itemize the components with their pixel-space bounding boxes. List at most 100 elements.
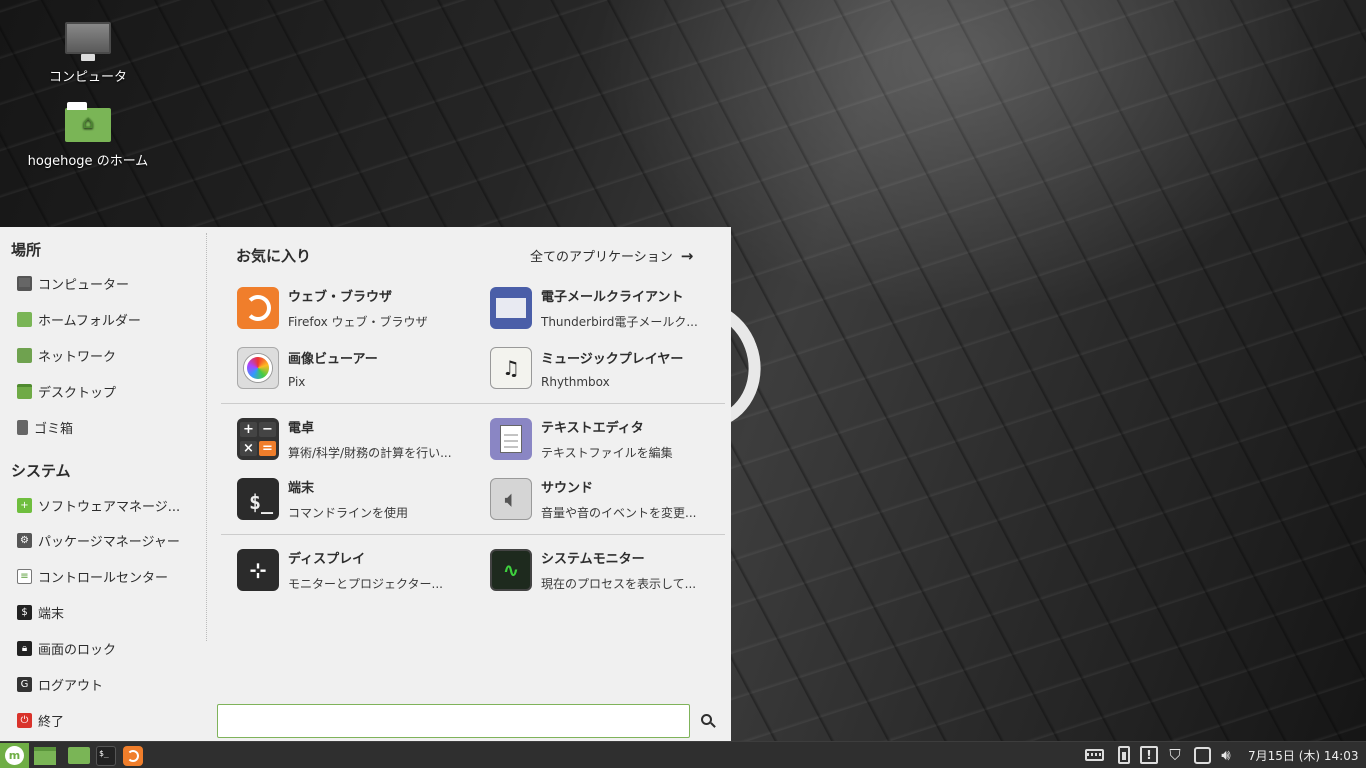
update-manager-tray[interactable]: ! xyxy=(1138,745,1160,765)
sidebar-item-logout[interactable]: G ログアウト xyxy=(0,668,206,700)
logout-icon: G xyxy=(17,676,32,692)
sidebar-item-label: デスクトップ xyxy=(38,385,117,401)
sidebar-item-network[interactable]: ネットワーク xyxy=(0,339,206,371)
app-name: ミュージックプレイヤー xyxy=(541,351,684,367)
launcher-files[interactable] xyxy=(66,743,92,768)
sidebar-item-terminal[interactable]: $ 端末 xyxy=(0,596,206,628)
sidebar-item-control-center[interactable]: ≡ コントロールセンター xyxy=(0,560,206,592)
app-description: 算術/科学/財務の計算を行い... xyxy=(288,446,452,460)
home-folder-icon xyxy=(17,311,32,327)
home-folder-icon xyxy=(65,102,111,142)
folder-icon xyxy=(68,747,90,764)
search-input[interactable] xyxy=(217,704,690,738)
desktop-icon-label: コンピュータ xyxy=(48,70,127,85)
network-tray[interactable] xyxy=(1191,745,1213,765)
software-manager-icon: + xyxy=(17,497,32,513)
app-description: Pix xyxy=(288,374,306,389)
mint-logo-icon: m xyxy=(5,746,24,765)
terminal-icon: $ xyxy=(17,604,32,620)
launcher-terminal[interactable]: $_ xyxy=(94,743,118,768)
keyboard-tray[interactable] xyxy=(1083,745,1105,765)
app-name: ウェブ・ブラウザ xyxy=(288,290,393,305)
music-icon: ♫ xyxy=(490,347,532,389)
app-email-client[interactable]: 電子メールクライアント Thunderbird電子メールク... xyxy=(490,280,730,336)
sidebar-item-shutdown[interactable]: ⏻ 終了 xyxy=(0,704,206,736)
app-image-viewer[interactable]: 画像ビューアー Pix xyxy=(237,340,477,396)
app-terminal[interactable]: $_ 端末 コマンドラインを使用 xyxy=(237,471,477,527)
search-icon xyxy=(701,714,712,725)
sidebar-item-home-folder[interactable]: ホームフォルダー xyxy=(0,303,206,335)
sidebar-item-label: ログアウト xyxy=(38,678,104,694)
desktop-icon xyxy=(34,746,56,765)
app-description: Thunderbird電子メールク... xyxy=(541,315,698,329)
app-description: テキストファイルを編集 xyxy=(541,446,673,460)
sidebar-item-label: コントロールセンター xyxy=(38,570,169,586)
update-alert-icon: ! xyxy=(1140,746,1158,764)
computer-icon xyxy=(17,275,32,291)
sidebar-item-label: 端末 xyxy=(38,606,65,622)
app-description: モニターとプロジェクター... xyxy=(288,577,443,591)
favorites-heading: お気に入り xyxy=(236,247,312,265)
lock-icon: 🔒︎ xyxy=(17,640,32,656)
app-description: 音量や音のイベントを変更... xyxy=(541,506,697,520)
apps-divider xyxy=(221,534,725,535)
sidebar-item-label: コンピューター xyxy=(38,277,130,293)
app-name: ディスプレイ xyxy=(288,552,366,567)
sidebar-item-computer[interactable]: コンピューター xyxy=(0,267,206,299)
show-desktop-button[interactable] xyxy=(31,743,59,768)
sidebar-item-package-manager[interactable]: ⚙ パッケージマネージャー xyxy=(0,524,206,556)
sidebar-item-label: ゴミ箱 xyxy=(34,421,74,437)
app-system-monitor[interactable]: ∿ システムモニター 現在のプロセスを表示して... xyxy=(490,542,730,598)
app-description: コマンドラインを使用 xyxy=(288,506,409,520)
shield-tray[interactable]: ⛉ xyxy=(1164,745,1186,765)
computer-icon xyxy=(65,22,111,61)
app-name: 電子メールクライアント xyxy=(541,290,684,305)
sidebar-item-software-manager[interactable]: + ソフトウェアマネージ... xyxy=(0,489,206,521)
sidebar-item-label: ネットワーク xyxy=(38,349,117,365)
text-editor-icon xyxy=(490,418,532,460)
battery-icon xyxy=(1118,746,1130,764)
app-name: 端末 xyxy=(288,481,315,496)
start-menu: 場所 コンピューター ホームフォルダー ネットワーク デスクトップ ゴミ箱 シス… xyxy=(0,227,731,741)
desktop-icon-home[interactable]: hogehoge のホーム xyxy=(18,102,158,169)
power-icon: ⏻ xyxy=(17,712,32,728)
sidebar-item-label: ソフトウェアマネージ... xyxy=(38,499,181,515)
clock[interactable]: 7月15日 (木) 14:03 xyxy=(1248,747,1358,764)
app-name: 電卓 xyxy=(288,421,315,436)
firefox-icon xyxy=(123,745,143,766)
menu-button[interactable]: m xyxy=(0,743,29,768)
app-description: Rhythmbox xyxy=(541,374,610,389)
app-description: 現在のプロセスを表示して... xyxy=(541,577,697,591)
app-display[interactable]: ⊹ ディスプレイ モニターとプロジェクター... xyxy=(237,542,477,598)
taskbar: m $_ ! ⛉ 🔊︎ 7月15日 (木) 14:03 xyxy=(0,741,1366,768)
places-heading: 場所 xyxy=(11,241,42,259)
app-text-editor[interactable]: テキストエディタ テキストファイルを編集 xyxy=(490,411,730,467)
app-name: システムモニター xyxy=(541,552,645,567)
sidebar-item-trash[interactable]: ゴミ箱 xyxy=(0,411,206,443)
app-sound[interactable]: 🔈︎ サウンド 音量や音のイベントを変更... xyxy=(490,471,730,527)
search-button[interactable] xyxy=(699,712,717,730)
app-name: サウンド xyxy=(541,481,594,496)
desktop-icon-computer[interactable]: コンピュータ xyxy=(18,22,158,85)
launcher-firefox[interactable] xyxy=(121,743,145,768)
app-music-player[interactable]: ♫ ミュージックプレイヤー Rhythmbox xyxy=(490,340,730,396)
control-center-icon: ≡ xyxy=(17,568,32,584)
sidebar-item-desktop[interactable]: デスクトップ xyxy=(0,375,206,407)
sidebar-item-label: ホームフォルダー xyxy=(38,313,141,329)
sound-icon: 🔈︎ xyxy=(490,478,532,520)
network-icon xyxy=(1193,746,1211,764)
terminal-icon: $_ xyxy=(96,745,116,766)
app-name: 画像ビューアー xyxy=(288,351,378,367)
battery-tray[interactable] xyxy=(1113,745,1135,765)
system-heading: システム xyxy=(11,462,71,480)
volume-icon: 🔊︎ xyxy=(1221,746,1231,764)
desktop-folder-icon xyxy=(17,383,32,399)
volume-tray[interactable]: 🔊︎ xyxy=(1215,745,1237,765)
trash-icon xyxy=(17,419,28,435)
all-applications-button[interactable]: 全てのアプリケーション → xyxy=(530,246,693,266)
sidebar-divider xyxy=(206,233,207,641)
network-folder-icon xyxy=(17,347,32,363)
app-web-browser[interactable]: ウェブ・ブラウザ Firefox ウェブ・ブラウザ xyxy=(237,280,477,336)
sidebar-item-lock-screen[interactable]: 🔒︎ 画面のロック xyxy=(0,632,206,664)
app-calculator[interactable]: + − × = 電卓 算術/科学/財務の計算を行い... xyxy=(237,411,477,467)
